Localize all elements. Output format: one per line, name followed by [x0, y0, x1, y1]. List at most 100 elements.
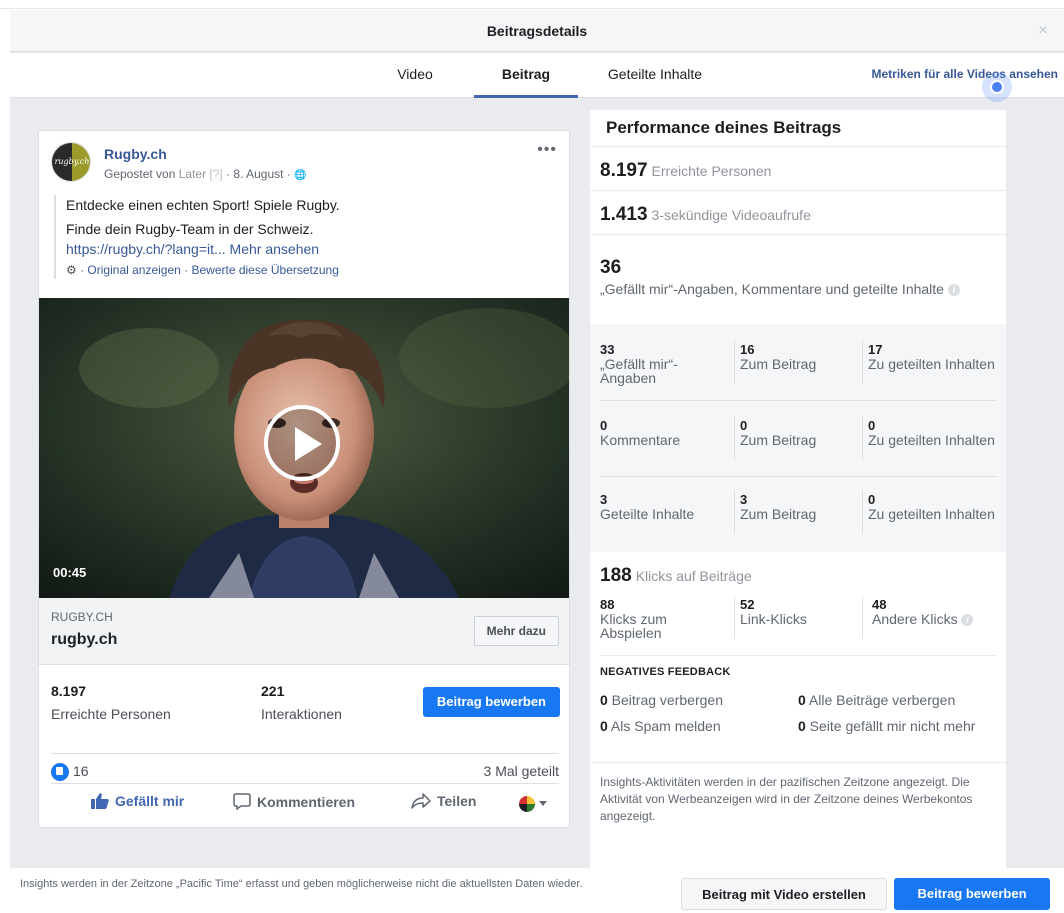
post-url-link[interactable]: https://rugby.ch/?lang=it...: [66, 241, 226, 257]
shares-count[interactable]: 3 Mal geteilt: [484, 763, 559, 779]
views-text: 3-sekündige Videoaufrufe: [651, 207, 811, 223]
play-button[interactable]: [264, 405, 340, 481]
performance-panel: Performance deines Beitrags 8.197 Erreich…: [590, 110, 1006, 868]
post-text: Entdecke einen echten Sport! Spiele Rugb…: [54, 195, 554, 279]
clicks-num: 188: [600, 565, 632, 586]
comments-total-label: Kommentare: [600, 432, 681, 448]
play-clicks-value: 88: [600, 597, 615, 612]
post-stats-row: 8.197 Erreichte Personen 221 Interaktion…: [39, 671, 569, 746]
unlike-metric: 0 Seite gefällt mir nicht mehr: [798, 718, 988, 734]
negative-feedback-title: NEGATIVES FEEDBACK: [600, 666, 731, 678]
comments-shared-label: Zu geteilten Inhalten: [868, 432, 995, 448]
shares-total-label: Geteilte Inhalte: [600, 506, 695, 522]
link-title: rugby.ch: [51, 631, 118, 648]
share-button[interactable]: Teilen: [411, 793, 476, 809]
views-num: 1.413: [600, 204, 648, 225]
shares-total-value: 3: [600, 492, 608, 507]
close-icon[interactable]: ×: [1034, 22, 1052, 40]
comments-post-value: 0: [740, 418, 748, 433]
thumbs-up-icon: [91, 793, 109, 809]
reactions-count[interactable]: 16: [73, 763, 89, 779]
info-icon[interactable]: i: [961, 614, 974, 626]
dialog-title: Beitragsdetails: [486, 23, 588, 39]
interactions-value: 221: [261, 683, 285, 699]
info-icon[interactable]: i: [947, 284, 960, 296]
likes-shared-label: Zu geteilten Inhalten: [868, 356, 995, 372]
shares-shared: 0 Zu geteilten Inhalten: [868, 492, 998, 521]
clicks-metric: 188 Klicks auf Beiträge: [600, 565, 752, 587]
views-metric: 1.413 3-sekündige Videoaufrufe: [600, 204, 811, 226]
hide-all-value: 0: [798, 692, 806, 708]
divider: [600, 655, 996, 656]
highlight-pulse: [982, 72, 1012, 102]
like-reaction-icon: [51, 763, 69, 781]
video-player[interactable]: 00:45: [39, 298, 569, 598]
share-label: Teilen: [437, 793, 477, 809]
meta-date: · 8. August ·: [222, 167, 295, 181]
post-meta: Gepostet von Later [?] · 8. August · 🌐: [104, 167, 307, 181]
play-clicks-label: Klicks zum Abspielen: [600, 611, 667, 641]
link-preview[interactable]: RUGBY.CH rugby.ch Mehr dazu: [39, 598, 569, 665]
learn-more-button[interactable]: Mehr dazu: [473, 616, 559, 646]
tab-video[interactable]: Video: [385, 53, 445, 98]
comment-button[interactable]: Kommentieren: [233, 793, 356, 811]
shares-post-label: Zum Beitrag: [740, 506, 817, 522]
comments-shared: 0 Zu geteilten Inhalten: [868, 418, 998, 447]
audience-selector[interactable]: [519, 796, 553, 814]
link-clicks-value: 52: [740, 597, 755, 612]
other-clicks-text: Andere Klicks: [872, 611, 958, 627]
comments-total-value: 0: [600, 418, 608, 433]
create-video-post-button[interactable]: Beitrag mit Video erstellen: [681, 878, 887, 910]
comments-post: 0 Zum Beitrag: [740, 418, 870, 447]
see-more-link[interactable]: Mehr ansehen: [226, 241, 320, 257]
comment-icon: [233, 793, 251, 811]
likes-total-label: „Gefällt mir“-Angaben: [600, 356, 678, 386]
post-card: rugby.ch Rugby.ch Gepostet von Later [?]…: [38, 130, 570, 828]
comments-total: 0 Kommentare: [600, 418, 730, 447]
reactions-row: 16 3 Mal geteilt: [51, 753, 559, 783]
dialog-footer: Insights werden in der Zeitzone „Pacific…: [0, 868, 1064, 913]
like-label: Gefällt mir: [115, 793, 185, 809]
audience-icon: [519, 796, 535, 812]
post-details-dialog: Beitragsdetails × Video Beitrag Geteilte…: [10, 10, 1064, 868]
timezone-note: Insights-Aktivitäten werden in der pazif…: [600, 775, 973, 823]
shares-post-value: 3: [740, 492, 748, 507]
unlike-value: 0: [798, 718, 806, 734]
avatar[interactable]: rugby.ch: [51, 142, 91, 182]
spam-metric: 0 Als Spam melden: [600, 718, 721, 734]
divider: [590, 146, 1006, 147]
divider: [734, 416, 735, 460]
boost-post-footer-button[interactable]: Beitrag bewerben: [894, 878, 1050, 910]
link-domain: RUGBY.CH: [51, 610, 113, 624]
tabs-bar: Video Beitrag Geteilte Inhalte Metriken …: [10, 53, 1064, 98]
reach-value: 8.197: [51, 683, 87, 699]
tab-geteilte-inhalte[interactable]: Geteilte Inhalte: [600, 53, 710, 98]
page-name-link[interactable]: Rugby.ch: [104, 146, 167, 162]
comment-label: Kommentieren: [257, 794, 356, 810]
link-clicks-label: Link-Klicks: [740, 611, 807, 627]
comments-post-label: Zum Beitrag: [740, 432, 817, 448]
translation-links[interactable]: · Original anzeigen · Bewerte diese Über…: [77, 263, 339, 277]
unlike-label: Seite gefällt mir nicht mehr: [805, 718, 976, 734]
spam-value: 0: [600, 718, 608, 734]
hide-post-value: 0: [600, 692, 608, 708]
spam-label: Als Spam melden: [607, 718, 721, 734]
shares-shared-label: Zu geteilten Inhalten: [868, 506, 995, 522]
more-options-icon[interactable]: •••: [537, 141, 557, 159]
reach-metric: 8.197 Erreichte Personen: [600, 160, 771, 182]
boost-post-button[interactable]: Beitrag bewerben: [422, 687, 560, 717]
divider: [862, 597, 863, 639]
tab-beitrag[interactable]: Beitrag: [474, 53, 578, 98]
meta-tool: Later: [178, 167, 207, 181]
post-text-line-1: Entdecke einen echten Sport! Spiele Rugb…: [66, 197, 340, 213]
other-clicks-value: 48: [872, 597, 887, 612]
hide-post-label: Beitrag verbergen: [607, 692, 723, 708]
meta-help[interactable]: [?]: [206, 167, 222, 181]
metrics-all-videos-link[interactable]: Metriken für alle Videos ansehen: [871, 53, 1058, 95]
highlight-dot: [990, 80, 1004, 94]
like-button[interactable]: Gefällt mir: [91, 793, 184, 809]
shares-total: 3 Geteilte Inhalte: [600, 492, 730, 521]
play-clicks: 88 Klicks zum Abspielen: [600, 597, 720, 640]
likes-total-value: 33: [600, 342, 615, 357]
likes-shared-value: 17: [868, 342, 883, 357]
